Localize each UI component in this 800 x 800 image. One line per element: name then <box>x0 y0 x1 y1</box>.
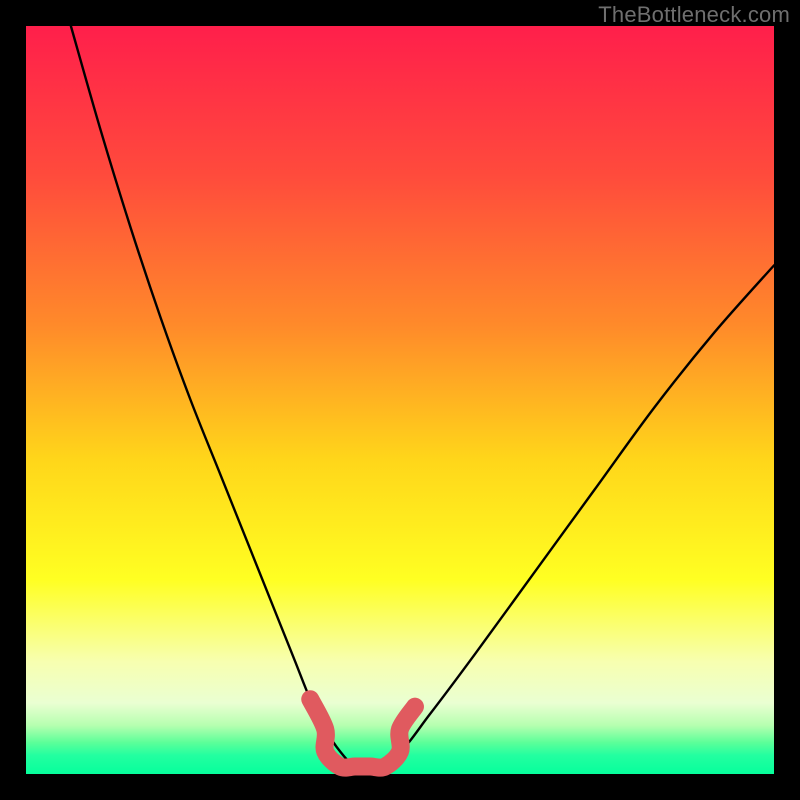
bottleneck-chart <box>0 0 800 800</box>
chart-frame: TheBottleneck.com <box>0 0 800 800</box>
plot-background <box>26 26 774 774</box>
watermark-text: TheBottleneck.com <box>598 2 790 28</box>
